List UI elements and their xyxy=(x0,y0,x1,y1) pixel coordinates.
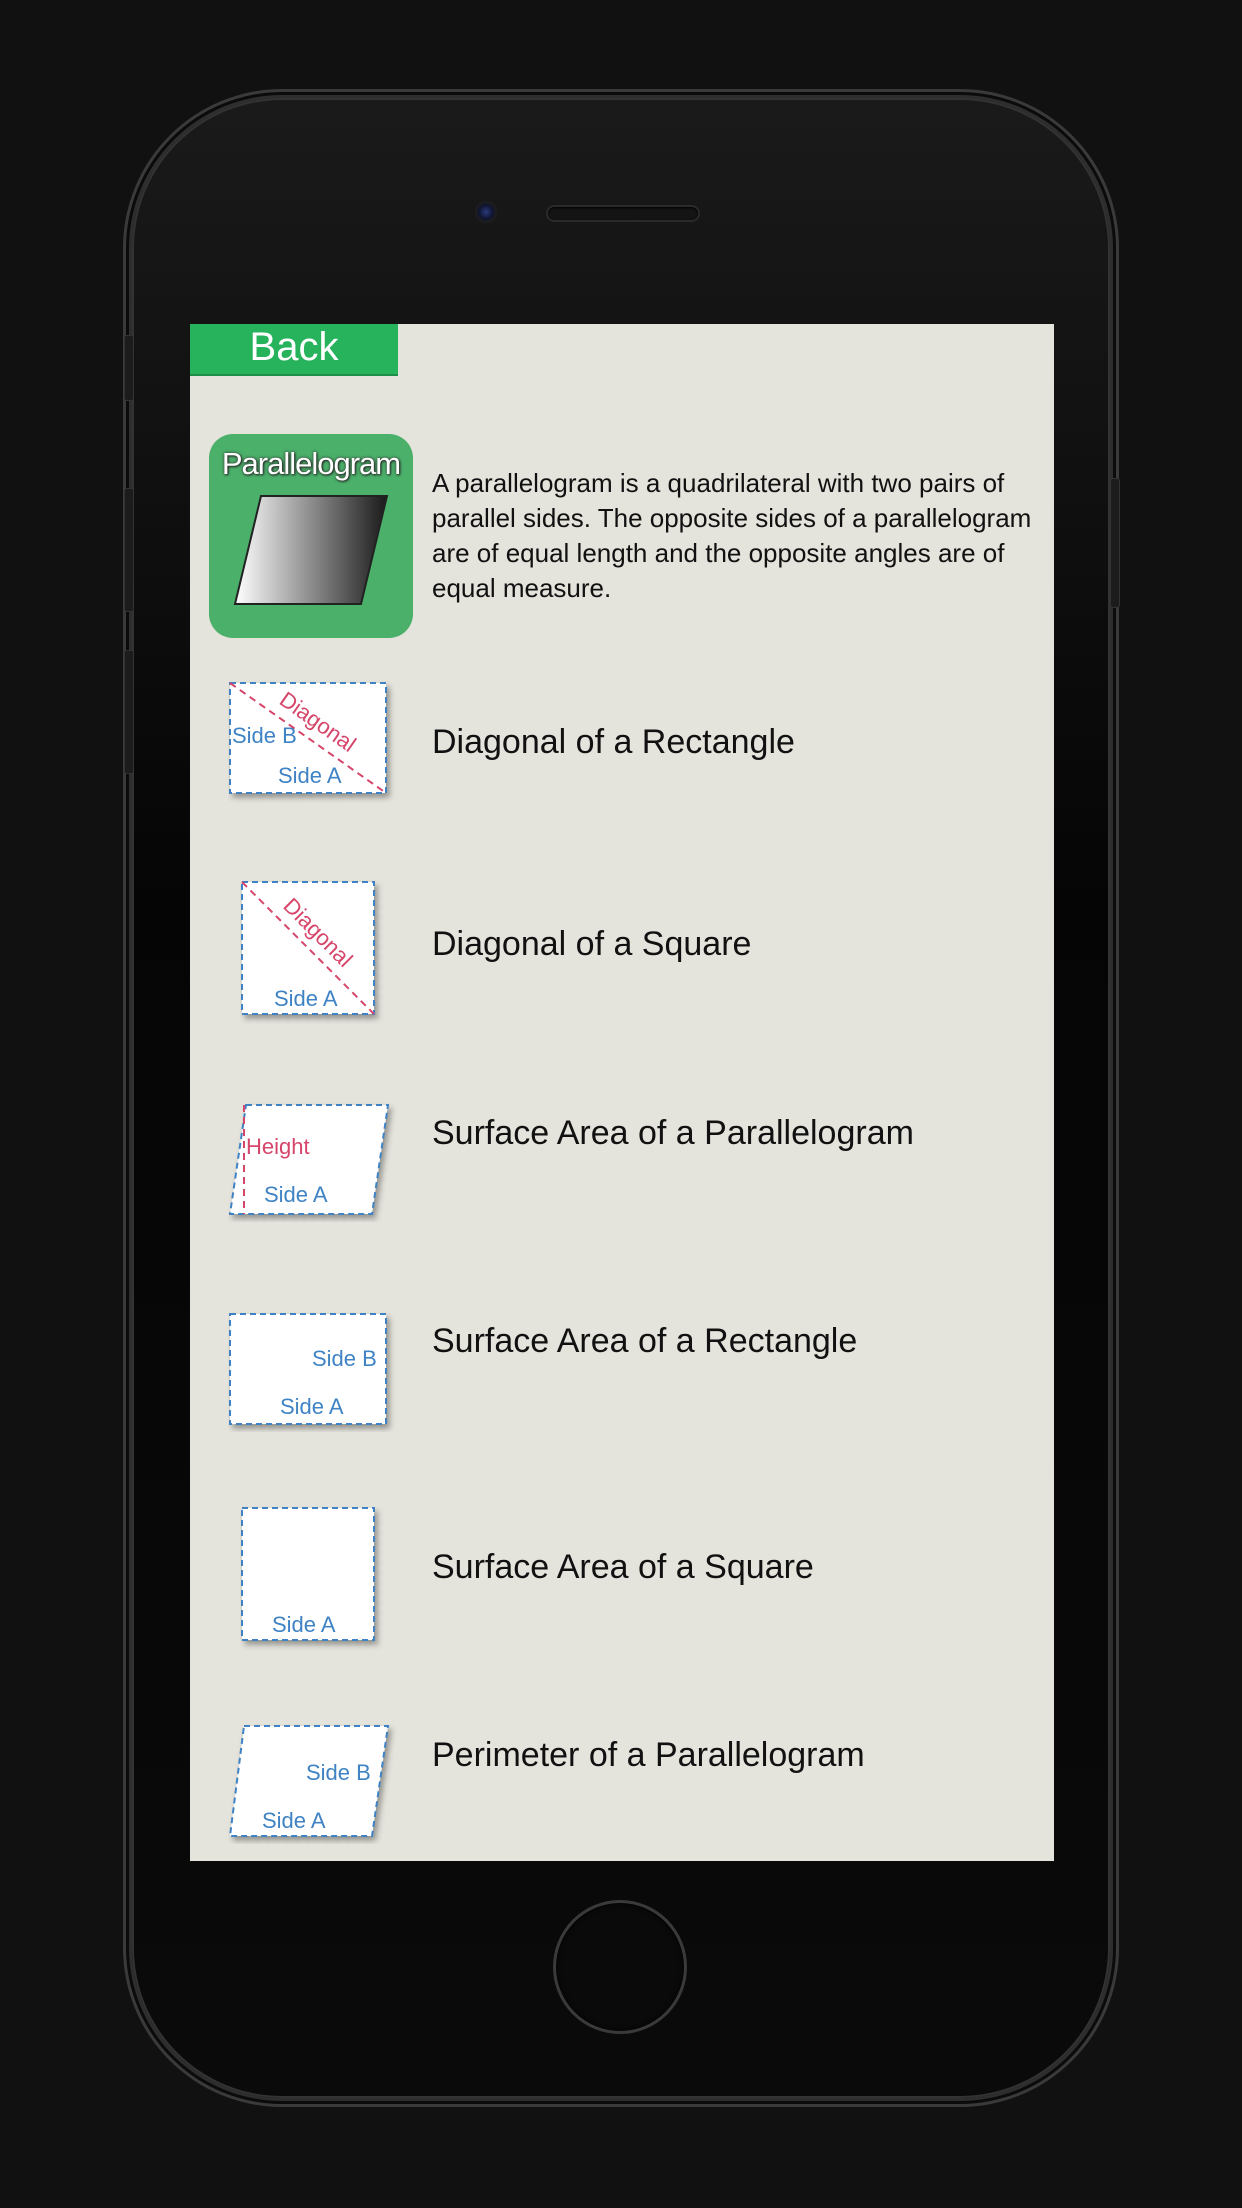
item-title: Surface Area of a Rectangle xyxy=(432,1322,858,1360)
parallelogram-height-icon: Height Side A xyxy=(228,1104,390,1215)
square-icon: Side A xyxy=(241,1507,375,1641)
parallelogram-description: A parallelogram is a quadrilateral with … xyxy=(432,468,1032,603)
item-title: Diagonal of a Square xyxy=(432,925,752,963)
item-title: Surface Area of a Parallelogram xyxy=(432,1114,914,1152)
side-b-label: Side B xyxy=(312,1346,377,1371)
list-item-area-square[interactable]: Side A Surface Area of a Square xyxy=(190,1506,1054,1686)
list-item-perimeter-parallelogram[interactable]: Side B Side A Perimeter of a Parallelogr… xyxy=(190,1724,1054,1861)
side-a-label: Side A xyxy=(262,1808,326,1833)
list-item-diagonal-rectangle[interactable]: Side B Side A Diagonal Diagonal of a Rec… xyxy=(190,679,1054,859)
earpiece-speaker xyxy=(548,207,698,220)
volume-up-button xyxy=(124,488,134,612)
mute-switch xyxy=(124,335,134,401)
side-b-label: Side B xyxy=(232,723,297,748)
parallelogram-sides-icon: Side B Side A xyxy=(228,1725,390,1837)
volume-down-button xyxy=(124,650,134,774)
app-screen: Back Parallelogram A parallelogram is a … xyxy=(190,324,1054,1861)
rectangle-diagonal-icon: Side B Side A Diagonal xyxy=(229,682,387,794)
side-a-label: Side A xyxy=(264,1182,328,1207)
side-b-label: Side B xyxy=(306,1760,371,1785)
item-title: Perimeter of a Parallelogram xyxy=(432,1736,865,1774)
parallelogram-app-icon: Parallelogram xyxy=(209,434,413,638)
rectangle-icon: Side B Side A xyxy=(229,1313,387,1425)
back-button[interactable]: Back xyxy=(190,324,398,376)
square-diagonal-icon: Side A Diagonal xyxy=(241,881,375,1015)
front-camera xyxy=(475,201,497,223)
item-title: Diagonal of a Rectangle xyxy=(432,723,795,761)
power-button xyxy=(1110,478,1120,608)
icon-title: Parallelogram xyxy=(221,446,401,481)
home-button[interactable] xyxy=(553,1900,687,2034)
side-a-label: Side A xyxy=(274,986,338,1011)
side-a-label: Side A xyxy=(280,1394,344,1419)
parallelogram-icon xyxy=(233,495,389,605)
list-item-diagonal-square[interactable]: Side A Diagonal Diagonal of a Square xyxy=(190,879,1054,1059)
item-title: Surface Area of a Square xyxy=(432,1548,814,1586)
list-item-area-rectangle[interactable]: Side B Side A Surface Area of a Rectangl… xyxy=(190,1312,1054,1492)
side-a-label: Side A xyxy=(278,763,342,788)
side-a-label: Side A xyxy=(272,1612,336,1637)
list-item-area-parallelogram[interactable]: Height Side A Surface Area of a Parallel… xyxy=(190,1102,1054,1282)
height-label: Height xyxy=(246,1134,310,1159)
